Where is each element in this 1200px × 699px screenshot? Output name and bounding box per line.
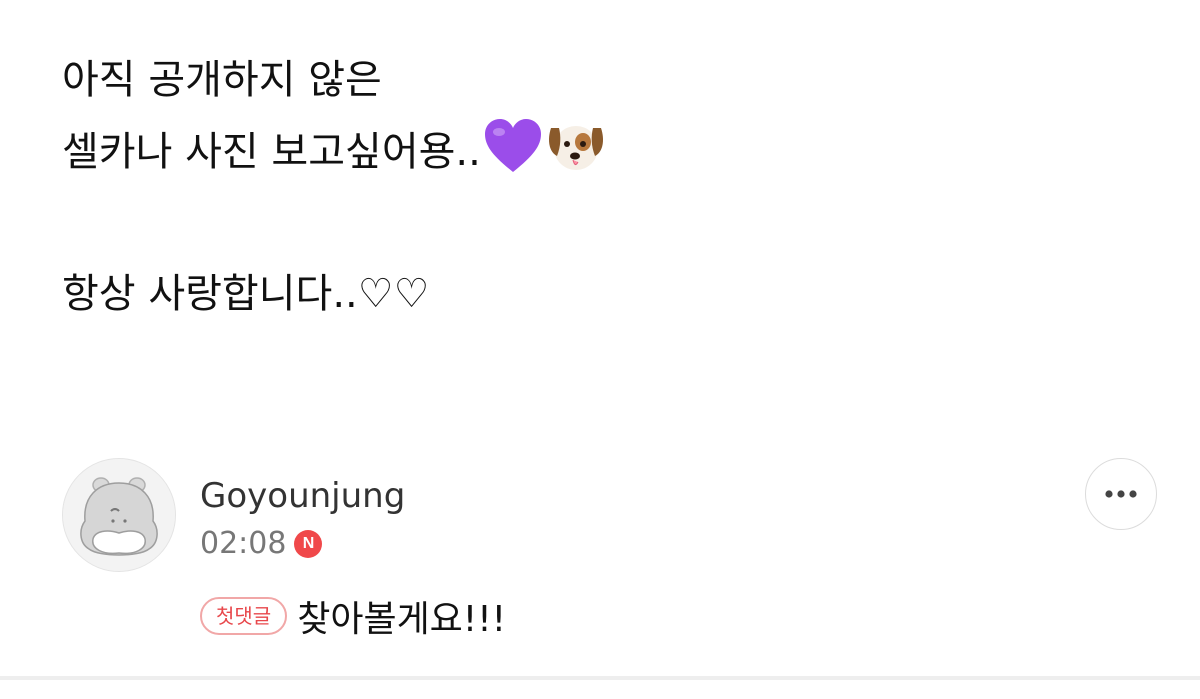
purple-heart-icon bbox=[483, 118, 543, 187]
comment-text: 찾아볼게요!!! bbox=[297, 599, 507, 640]
post-text-line-2: 셀카나 사진 보고싶어용.. bbox=[62, 129, 481, 175]
comment-item: Goyounjung 02:08 N 첫댓글 찾아볼게요!!! bbox=[62, 458, 1162, 648]
post-line-1: 아직 공개하지 않은 bbox=[62, 44, 1062, 116]
post-text-line-1: 아직 공개하지 않은 bbox=[62, 57, 382, 103]
new-badge: N bbox=[294, 529, 323, 558]
post-line-2: 셀카나 사진 보고싶어용.. bbox=[62, 116, 1062, 188]
first-comment-badge: 첫댓글 bbox=[200, 597, 288, 635]
more-dots-icon bbox=[1105, 490, 1137, 498]
more-options-button[interactable] bbox=[1085, 458, 1157, 530]
comment-row: 첫댓글 찾아볼게요!!! bbox=[200, 590, 506, 642]
dog-face-icon bbox=[545, 118, 607, 187]
post-body: 아직 공개하지 않은 셀카나 사진 보고싶어용.. 항상 사랑합니다..♡♡ bbox=[62, 44, 1062, 330]
comment-meta: 02:08 N bbox=[200, 526, 323, 561]
hippo-avatar-icon bbox=[63, 459, 175, 571]
divider bbox=[0, 676, 1200, 680]
post-page: 아직 공개하지 않은 셀카나 사진 보고싶어용.. 항상 사랑합니다..♡♡ G… bbox=[0, 0, 1200, 699]
comment-author[interactable]: Goyounjung bbox=[200, 476, 405, 516]
post-text-line-4: 항상 사랑합니다..♡♡ bbox=[62, 271, 430, 317]
post-line-4: 항상 사랑합니다..♡♡ bbox=[62, 258, 1062, 330]
comment-time: 02:08 bbox=[200, 526, 287, 561]
avatar[interactable] bbox=[62, 458, 176, 572]
post-line-blank bbox=[62, 188, 1062, 258]
